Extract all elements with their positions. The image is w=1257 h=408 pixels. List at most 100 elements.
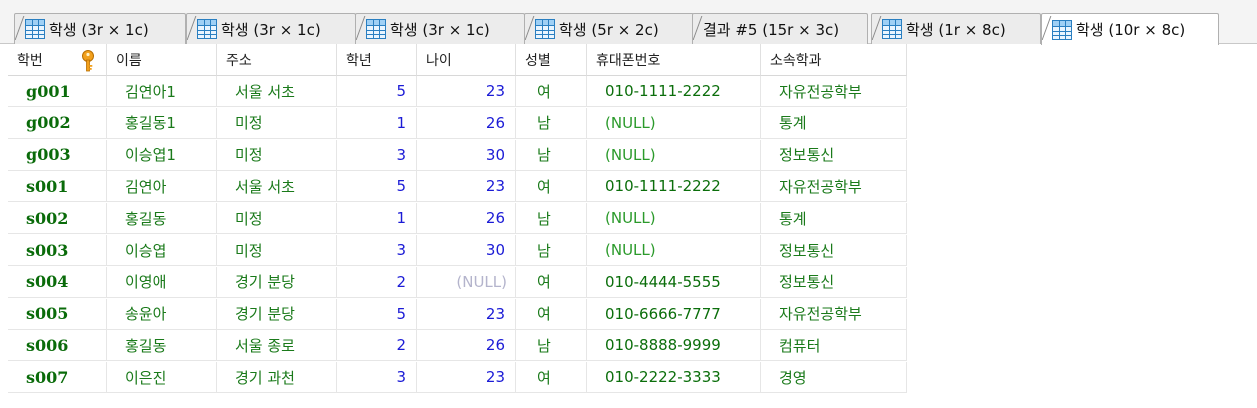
cell-gender[interactable]: 여 [516,266,587,298]
cell-student-id[interactable]: g002 [8,107,107,139]
result-tab-4[interactable]: 학생 (5r × 2c) [524,13,694,44]
cell-address[interactable]: 미정 [217,107,337,139]
cell-department[interactable]: 자유전공학부 [761,298,907,330]
cell-name[interactable]: 김연아 [107,171,217,203]
table-row[interactable]: s006 홍길동 서울 종로 2 26 남 010-8888-9999 컴퓨터 [8,330,907,362]
cell-gender[interactable]: 남 [516,203,587,235]
cell-gender[interactable]: 남 [516,330,587,362]
cell-name[interactable]: 이승엽 [107,235,217,266]
cell-grade[interactable]: 2 [337,266,417,298]
table-row[interactable]: s003 이승엽 미정 3 30 남 (NULL) 정보통신 [8,235,907,267]
cell-gender[interactable]: 남 [516,139,587,171]
table-row[interactable]: s007 이은진 경기 과천 3 23 여 010-2222-3333 경영 [8,362,907,394]
result-tab-6[interactable]: 학생 (1r × 8c) [871,13,1041,44]
cell-gender[interactable]: 남 [516,235,587,266]
cell-grade[interactable]: 5 [337,298,417,330]
cell-grade[interactable]: 5 [337,76,417,107]
cell-gender[interactable]: 남 [516,107,587,139]
cell-student-id[interactable]: s003 [8,235,107,266]
cell-address[interactable]: 서울 종로 [217,330,337,362]
column-header-phone[interactable]: 휴대폰번호 [587,44,761,76]
cell-gender[interactable]: 여 [516,362,587,394]
cell-student-id[interactable]: s006 [8,330,107,362]
cell-phone[interactable]: 010-2222-3333 [587,362,761,394]
cell-department[interactable]: 자유전공학부 [761,76,907,107]
cell-name[interactable]: 송윤아 [107,298,217,330]
cell-department[interactable]: 정보통신 [761,266,907,298]
result-tab-5[interactable]: 결과 #5 (15r × 3c) [692,13,868,44]
cell-department[interactable]: 통계 [761,107,907,139]
cell-address[interactable]: 미정 [217,203,337,235]
column-header-student-id[interactable]: 학번 [8,44,107,76]
column-header-address[interactable]: 주소 [217,44,337,76]
cell-student-id[interactable]: s001 [8,171,107,203]
cell-age[interactable]: 26 [417,203,516,235]
cell-grade[interactable]: 5 [337,171,417,203]
cell-name[interactable]: 이영애 [107,266,217,298]
cell-age[interactable]: 30 [417,139,516,171]
cell-name[interactable]: 이은진 [107,362,217,394]
column-header-name[interactable]: 이름 [107,44,217,76]
column-header-department[interactable]: 소속학과 [761,44,907,76]
cell-phone[interactable]: 010-6666-7777 [587,298,761,330]
column-header-age[interactable]: 나이 [417,44,516,76]
cell-department[interactable]: 컴퓨터 [761,330,907,362]
cell-gender[interactable]: 여 [516,298,587,330]
cell-student-id[interactable]: s005 [8,298,107,330]
cell-phone[interactable]: (NULL) [587,139,761,171]
cell-age[interactable]: 23 [417,76,516,107]
table-row[interactable]: g002 홍길동1 미정 1 26 남 (NULL) 통계 [8,107,907,140]
cell-phone[interactable]: 010-4444-5555 [587,266,761,298]
cell-department[interactable]: 자유전공학부 [761,171,907,203]
cell-department[interactable]: 경영 [761,362,907,394]
table-row[interactable]: g001 김연아1 서울 서초 5 23 여 010-1111-2222 자유전공학부 [8,76,907,108]
cell-age[interactable]: 30 [417,235,516,266]
cell-age[interactable]: 23 [417,298,516,330]
table-row[interactable]: g003 이승엽1 미정 3 30 남 (NULL) 정보통신 [8,139,907,172]
cell-name[interactable]: 이승엽1 [107,139,217,171]
result-tab-1[interactable]: 학생 (3r × 1c) [14,13,186,44]
cell-phone[interactable]: (NULL) [587,203,761,235]
cell-phone[interactable]: (NULL) [587,107,761,139]
cell-age[interactable]: (NULL) [417,266,516,298]
cell-student-id[interactable]: s002 [8,203,107,235]
cell-department[interactable]: 통계 [761,203,907,235]
cell-age[interactable]: 26 [417,107,516,139]
cell-student-id[interactable]: g003 [8,139,107,171]
cell-age[interactable]: 23 [417,171,516,203]
cell-name[interactable]: 홍길동 [107,203,217,235]
table-row[interactable]: s005 송윤아 경기 분당 5 23 여 010-6666-7777 자유전공학부 [8,298,907,331]
cell-grade[interactable]: 3 [337,362,417,394]
cell-grade[interactable]: 3 [337,139,417,171]
cell-name[interactable]: 홍길동1 [107,107,217,139]
cell-gender[interactable]: 여 [516,171,587,203]
cell-phone[interactable]: 010-8888-9999 [587,330,761,362]
cell-student-id[interactable]: s007 [8,362,107,394]
cell-address[interactable]: 경기 분당 [217,298,337,330]
cell-address[interactable]: 경기 분당 [217,266,337,298]
cell-address[interactable]: 서울 서초 [217,171,337,203]
table-row[interactable]: s001 김연아 서울 서초 5 23 여 010-1111-2222 자유전공학부 [8,171,907,203]
cell-address[interactable]: 미정 [217,235,337,266]
cell-grade[interactable]: 3 [337,235,417,266]
table-row[interactable]: s002 홍길동 미정 1 26 남 (NULL) 통계 [8,203,907,235]
cell-department[interactable]: 정보통신 [761,139,907,171]
result-tab-3[interactable]: 학생 (3r × 1c) [355,13,525,44]
result-tab-7[interactable]: 학생 (10r × 8c) [1041,13,1219,45]
cell-grade[interactable]: 2 [337,330,417,362]
cell-department[interactable]: 정보통신 [761,235,907,266]
cell-name[interactable]: 김연아1 [107,76,217,107]
cell-grade[interactable]: 1 [337,203,417,235]
cell-address[interactable]: 경기 과천 [217,362,337,394]
cell-age[interactable]: 26 [417,330,516,362]
cell-address[interactable]: 미정 [217,139,337,171]
cell-phone[interactable]: 010-1111-2222 [587,76,761,107]
cell-student-id[interactable]: s004 [8,266,107,298]
table-row[interactable]: s004 이영애 경기 분당 2 (NULL) 여 010-4444-5555 정보통신 [8,266,907,299]
column-header-gender[interactable]: 성별 [516,44,587,76]
cell-grade[interactable]: 1 [337,107,417,139]
cell-name[interactable]: 홍길동 [107,330,217,362]
cell-student-id[interactable]: g001 [8,76,107,107]
cell-age[interactable]: 23 [417,362,516,394]
column-header-grade[interactable]: 학년 [337,44,417,76]
